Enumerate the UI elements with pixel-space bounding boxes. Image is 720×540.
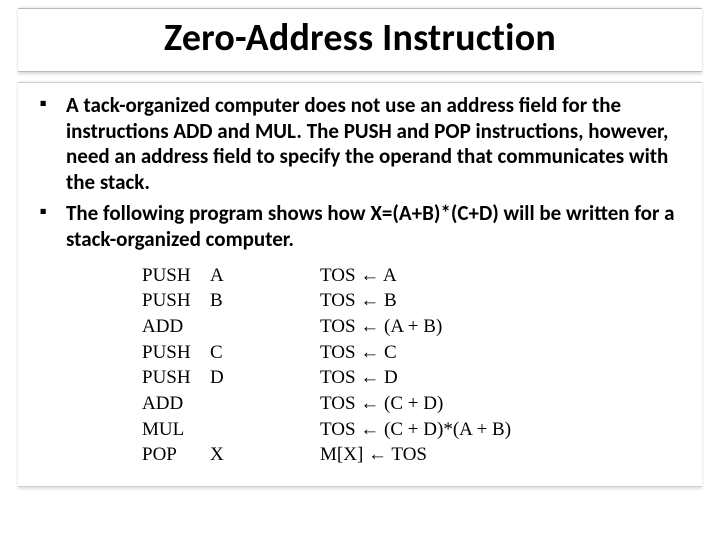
effect-cell: M[X] ← TOS: [320, 442, 688, 468]
program-row: ADD TOS ← (A + B): [142, 314, 688, 340]
arg-cell: [210, 314, 320, 340]
arg-cell: A: [210, 263, 320, 289]
title-container: Zero-Address Instruction: [18, 8, 702, 72]
program-row: PUSH D TOS ← D: [142, 365, 688, 391]
instr-cell: PUSH: [142, 365, 210, 391]
slide-title: Zero-Address Instruction: [18, 15, 702, 61]
instr-cell: PUSH: [142, 263, 210, 289]
program-listing: PUSH A TOS ← A PUSH B TOS ← B ADD TOS ← …: [142, 263, 688, 468]
body-container: A tack-organized computer does not use a…: [18, 82, 702, 487]
program-row: PUSH C TOS ← C: [142, 340, 688, 366]
program-row: MUL TOS ← (C + D)*(A + B): [142, 417, 688, 443]
effect-cell: TOS ← B: [320, 288, 688, 314]
arg-cell: D: [210, 365, 320, 391]
effect-cell: TOS ← (C + D): [320, 391, 688, 417]
instr-cell: ADD: [142, 314, 210, 340]
slide: Zero-Address Instruction A tack-organize…: [0, 0, 720, 540]
arg-cell: X: [210, 442, 320, 468]
bullet-item: The following program shows how X=(A+B)*…: [62, 201, 688, 252]
bullet-item: A tack-organized computer does not use a…: [62, 93, 688, 195]
program-row: PUSH B TOS ← B: [142, 288, 688, 314]
instr-cell: POP: [142, 442, 210, 468]
program-row: ADD TOS ← (C + D): [142, 391, 688, 417]
program-row: PUSH A TOS ← A: [142, 263, 688, 289]
arg-cell: [210, 391, 320, 417]
effect-cell: TOS ← C: [320, 340, 688, 366]
bullet-list: A tack-organized computer does not use a…: [32, 93, 688, 253]
effect-cell: TOS ← (C + D)*(A + B): [320, 417, 688, 443]
arg-cell: [210, 417, 320, 443]
instr-cell: MUL: [142, 417, 210, 443]
arg-cell: C: [210, 340, 320, 366]
arg-cell: B: [210, 288, 320, 314]
instr-cell: PUSH: [142, 288, 210, 314]
effect-cell: TOS ← (A + B): [320, 314, 688, 340]
instr-cell: PUSH: [142, 340, 210, 366]
effect-cell: TOS ← D: [320, 365, 688, 391]
program-row: POP X M[X] ← TOS: [142, 442, 688, 468]
effect-cell: TOS ← A: [320, 263, 688, 289]
instr-cell: ADD: [142, 391, 210, 417]
